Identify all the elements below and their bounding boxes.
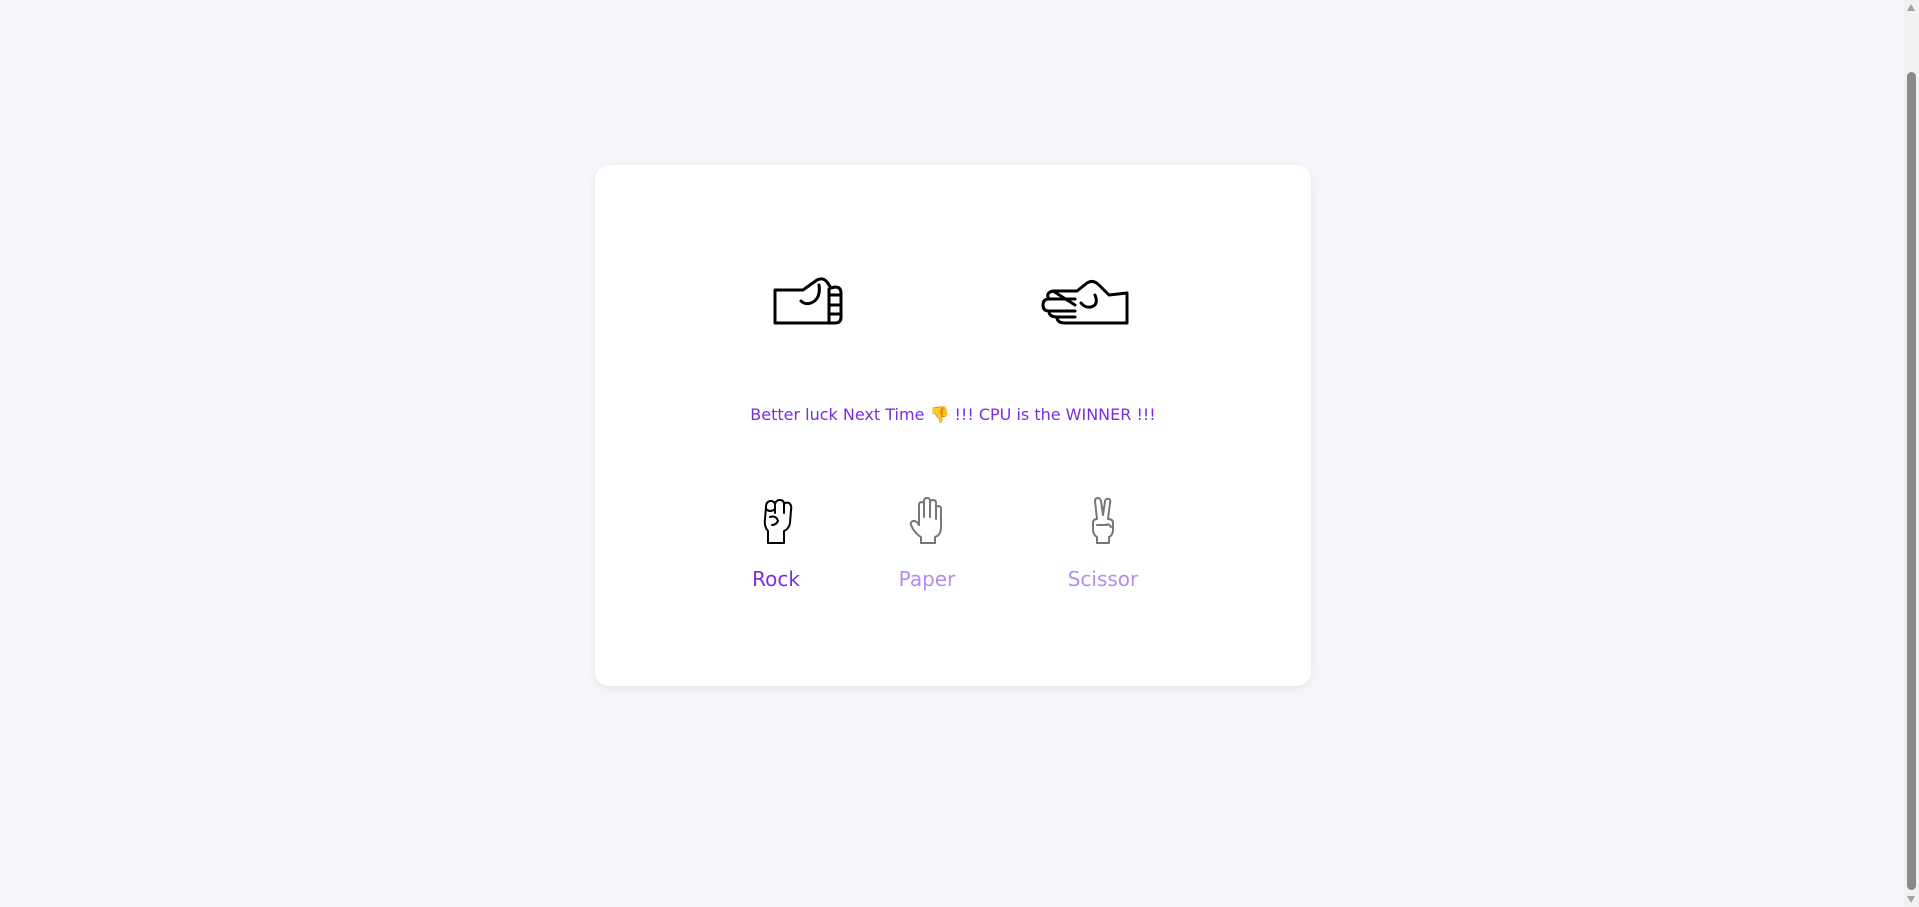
- scrollbar-thumb[interactable]: [1907, 72, 1916, 890]
- paper-choice-button[interactable]: Paper: [867, 495, 987, 591]
- page-background: Better luck Next Time 👎 !!! CPU is the W…: [0, 0, 1904, 907]
- rock-hand-icon: [763, 499, 793, 544]
- thumbs-down-icon: 👎: [929, 405, 950, 424]
- rock-choice-button[interactable]: Rock: [716, 495, 836, 591]
- result-prefix: Better luck Next Time: [750, 405, 925, 424]
- scroll-up-arrow-icon[interactable]: [1907, 4, 1915, 11]
- rock-label: Rock: [752, 567, 800, 591]
- scissor-choice-button[interactable]: Scissor: [1043, 495, 1163, 591]
- scissor-label: Scissor: [1067, 567, 1139, 591]
- scissor-hand-icon: [1092, 497, 1114, 544]
- scroll-down-arrow-icon[interactable]: [1907, 896, 1915, 903]
- result-suffix: !!! CPU is the WINNER !!!: [954, 405, 1156, 424]
- cpu-paper-hand-icon: [1041, 279, 1129, 325]
- game-card: Better luck Next Time 👎 !!! CPU is the W…: [595, 165, 1311, 686]
- result-message: Better luck Next Time 👎 !!! CPU is the W…: [595, 405, 1311, 424]
- paper-label: Paper: [898, 567, 956, 591]
- player-rock-hand-icon: [773, 277, 843, 325]
- paper-hand-icon: [909, 497, 942, 544]
- vertical-scrollbar[interactable]: [1904, 0, 1919, 907]
